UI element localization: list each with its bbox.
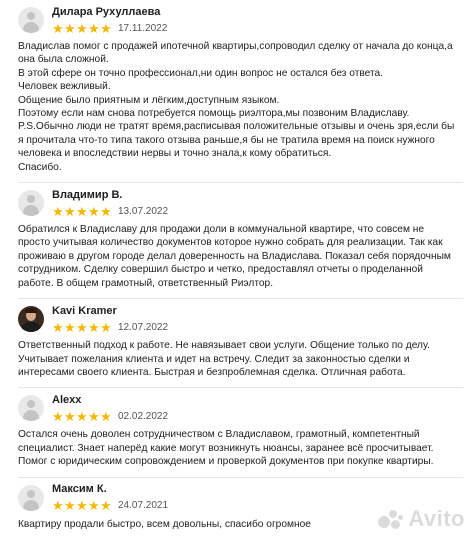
avatar[interactable] — [18, 306, 44, 333]
review-line: Человек вежливый. — [18, 81, 111, 93]
avatar[interactable] — [18, 484, 44, 511]
review-line: Владислав помог с продажей ипотечной ква… — [18, 41, 453, 66]
review-line: P.S.Обычно люди не тратят время,расписыв… — [18, 121, 455, 160]
avatar[interactable] — [18, 7, 44, 33]
review-line: В этой сфере он точно профессионал,ни од… — [18, 67, 384, 79]
review-line: Общение было приятным и лёгким,доступным… — [18, 94, 280, 106]
review-header: Дилара Рухуллаева ★ ★ ★ ★ ★ 17.11.2022 — [18, 0, 463, 40]
rating-stars: ★ ★ ★ ★ ★ — [52, 205, 112, 218]
star-icon: ★ — [64, 408, 76, 424]
reviewer-name[interactable]: Владимир В. — [52, 189, 168, 202]
rating-stars: ★ ★ ★ ★ ★ — [52, 321, 112, 334]
review-header: Alexx ★ ★ ★ ★ ★ 02.02.2022 — [18, 388, 463, 428]
avito-watermark: Avito — [378, 506, 465, 532]
rating-stars: ★ ★ ★ ★ ★ — [52, 410, 112, 423]
star-icon: ★ — [88, 203, 100, 219]
star-icon: ★ — [76, 20, 88, 36]
review-item: Владимир В. ★ ★ ★ ★ ★ 13.07.2022 Обратился к… — [18, 183, 463, 300]
review-line: Ответственный подход к работе. Не навязы… — [18, 340, 430, 378]
review-item: Kavi Kramer ★ ★ ★ ★ ★ 12.07.2022 Ответственн… — [18, 299, 463, 389]
review-text: Обратился к Владиславу для продажи доли … — [18, 223, 463, 290]
review-date: 24.07.2021 — [118, 500, 169, 512]
review-text: Владислав помог с продажей ипотечной ква… — [18, 40, 463, 174]
star-icon: ★ — [52, 498, 64, 514]
star-icon: ★ — [64, 203, 76, 219]
review-text: Остался очень доволен сотрудничеством с … — [18, 428, 463, 468]
avito-logo-icon — [378, 508, 404, 530]
star-icon: ★ — [52, 319, 64, 335]
review-header: Kavi Kramer ★ ★ ★ ★ ★ 12.07.2022 — [18, 299, 463, 339]
star-icon: ★ — [64, 20, 76, 36]
star-icon: ★ — [76, 498, 88, 514]
reviewer-name[interactable]: Kavi Kramer — [52, 305, 168, 318]
star-icon: ★ — [88, 498, 100, 514]
star-icon: ★ — [64, 319, 76, 335]
star-icon: ★ — [76, 319, 88, 335]
review-line: Остался очень доволен сотрудничеством с … — [18, 429, 434, 468]
star-icon: ★ — [52, 203, 64, 219]
reviews-list: Дилара Рухуллаева ★ ★ ★ ★ ★ 17.11.2022 Влади… — [0, 0, 475, 531]
avatar[interactable] — [18, 190, 44, 217]
review-item: Дилара Рухуллаева ★ ★ ★ ★ ★ 17.11.2022 Влади… — [18, 0, 463, 184]
star-icon: ★ — [76, 408, 88, 424]
star-icon: ★ — [64, 498, 76, 514]
reviewer-name[interactable]: Alexx — [52, 394, 168, 407]
star-icon: ★ — [88, 408, 100, 424]
review-date: 17.11.2022 — [118, 22, 168, 34]
rating-stars: ★ ★ ★ ★ ★ — [52, 22, 112, 35]
star-icon: ★ — [88, 20, 100, 36]
star-icon: ★ — [52, 20, 64, 36]
star-icon: ★ — [100, 203, 112, 219]
star-icon: ★ — [100, 20, 112, 36]
review-header: Владимир В. ★ ★ ★ ★ ★ 13.07.2022 — [18, 183, 463, 223]
review-line: Обратился к Владиславу для продажи доли … — [18, 224, 451, 289]
star-icon: ★ — [100, 408, 112, 424]
star-icon: ★ — [100, 498, 112, 514]
review-date: 02.02.2022 — [118, 410, 169, 422]
star-icon: ★ — [88, 319, 100, 335]
review-line: Поэтому если нам снова потребуется помощ… — [18, 108, 410, 120]
watermark-text: Avito — [408, 506, 465, 531]
star-icon: ★ — [52, 408, 64, 424]
star-icon: ★ — [76, 203, 88, 219]
review-date: 13.07.2022 — [118, 205, 169, 217]
rating-stars: ★ ★ ★ ★ ★ — [52, 499, 112, 512]
review-item: Alexx ★ ★ ★ ★ ★ 02.02.2022 Остался очень дов… — [18, 388, 463, 478]
reviewer-name[interactable]: Максим К. — [52, 483, 168, 496]
star-icon: ★ — [100, 319, 112, 335]
review-line: Спасибо. — [18, 161, 62, 173]
review-date: 12.07.2022 — [118, 321, 169, 333]
avatar[interactable] — [18, 395, 44, 422]
review-text: Ответственный подход к работе. Не навязы… — [18, 339, 463, 379]
reviewer-name[interactable]: Дилара Рухуллаева — [52, 6, 167, 19]
